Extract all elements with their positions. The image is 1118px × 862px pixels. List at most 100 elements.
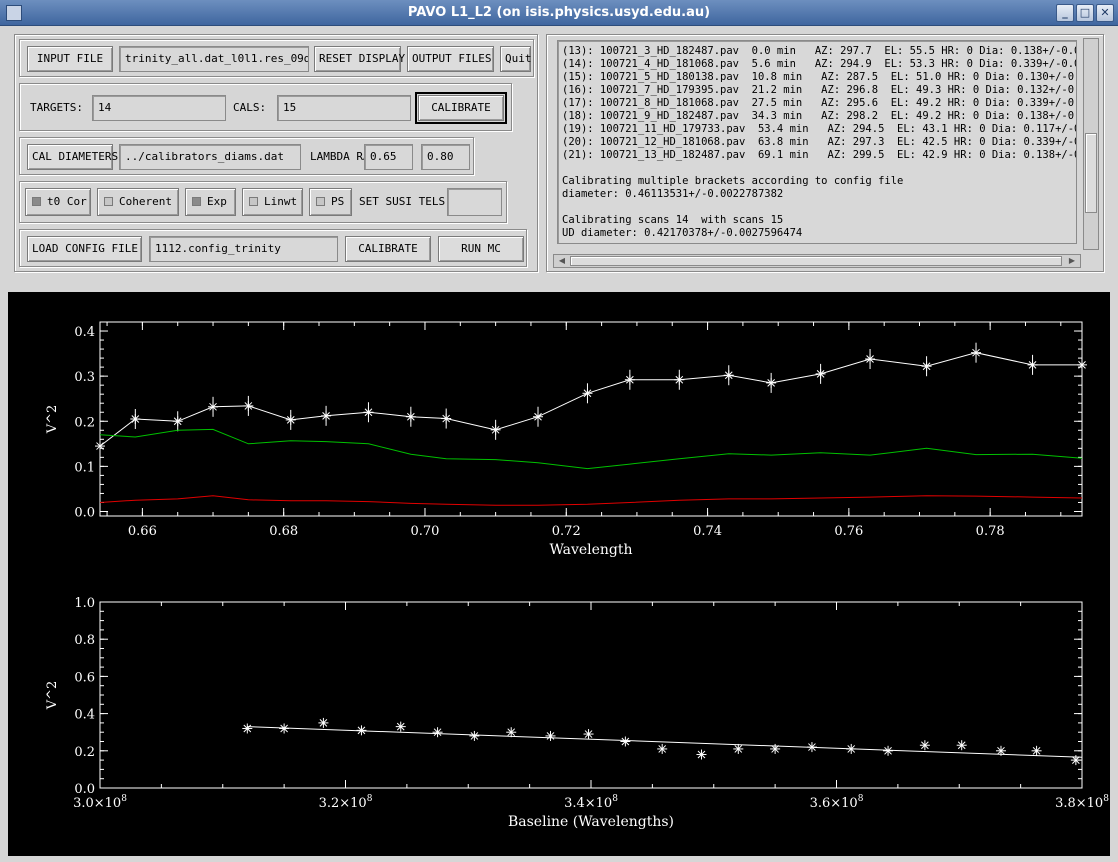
top-chart-data-point	[172, 416, 183, 427]
log-line: Calibrating multiple brackets according …	[562, 175, 904, 187]
run-mc-button[interactable]: RUN MC	[438, 236, 524, 262]
load-config-file-button[interactable]: LOAD CONFIG FILE	[27, 236, 142, 262]
bottom-chart-data-point	[356, 725, 367, 736]
set-susi-tels-label: SET SUSI TELS	[359, 195, 446, 208]
top-chart-data-point	[971, 347, 982, 358]
top-chart-y-tick-label: 0.4	[74, 325, 95, 340]
cal-row: CAL DIAMETERS ../calibrators_diams.dat L…	[19, 137, 474, 175]
top-chart-y-tick-label: 0.3	[74, 370, 95, 385]
top-chart-y-tick-label: 0.0	[74, 505, 95, 520]
bottom-chart-data-point	[469, 730, 480, 741]
top-chart-data-point	[533, 411, 544, 422]
log-line: (18): 100721_9_HD_182487.pav 34.3 min AZ…	[562, 110, 1077, 122]
checkbox-indicator	[249, 197, 258, 206]
top-chart-data-point	[130, 414, 141, 424]
top-chart-data-point	[815, 368, 826, 379]
lambda-max-field[interactable]: 0.80	[421, 144, 470, 170]
bottom-chart-x-tick-label: 3.4×108	[564, 794, 618, 811]
bottom-chart-data-point	[770, 743, 781, 754]
log-line: (20): 100721_12_HD_181068.pav 63.8 min A…	[562, 136, 1077, 148]
lambda-min-field[interactable]: 0.65	[364, 144, 413, 170]
window-title-bar: PAVO L1_L2 (on isis.physics.usyd.edu.au)…	[0, 0, 1118, 26]
bottom-chart-y-tick-label: 0.2	[74, 745, 95, 760]
scroll-thumb[interactable]	[1085, 133, 1097, 213]
log-vertical-scrollbar[interactable]	[1083, 38, 1099, 250]
bottom-chart-y-tick-label: 0.6	[74, 670, 95, 685]
top-chart-y-tick-label: 0.1	[74, 460, 95, 475]
cal-file-field[interactable]: ../calibrators_diams.dat	[119, 144, 301, 170]
bottom-chart-data-point	[733, 743, 744, 754]
log-text[interactable]: (13): 100721_3_HD_182487.pav 0.0 min AZ:…	[557, 40, 1077, 244]
top-chart-x-tick-label: 0.70	[411, 524, 440, 539]
bottom-chart-data-point	[583, 729, 594, 740]
targets-field[interactable]: 14	[92, 95, 226, 121]
top-chart-data-point	[95, 441, 105, 452]
coherent-label: Coherent	[119, 195, 172, 208]
bottom-chart-data-point	[657, 743, 668, 754]
bottom-chart-axes-frame	[99, 601, 1083, 789]
cal-diameters-button[interactable]: CAL DIAMETERS	[27, 144, 118, 170]
top-chart-x-tick-label: 0.76	[834, 524, 863, 539]
top-chart-series-line-0	[99, 352, 1082, 447]
top-chart-data-point	[441, 413, 452, 424]
bottom-chart-data-point	[806, 742, 817, 753]
top-chart-data-point	[490, 424, 501, 435]
exp-checkbox[interactable]: Exp	[185, 188, 236, 216]
bottom-chart-data-point	[919, 740, 930, 751]
top-chart-x-tick-label: 0.78	[976, 524, 1005, 539]
checkbox-indicator	[104, 197, 113, 206]
top-chart-x-tick-label: 0.72	[552, 524, 581, 539]
output-files-button[interactable]: OUTPUT FILES	[407, 46, 494, 72]
top-chart-x-tick-label: 0.66	[128, 524, 157, 539]
top-chart-data-point	[405, 411, 416, 422]
log-line: UD diameter: 0.42170378+/-0.0027596474	[562, 227, 803, 239]
coherent-checkbox[interactable]: Coherent	[97, 188, 179, 216]
bottom-chart-data-point	[545, 730, 556, 741]
log-line: diameter: 0.46113531+/-0.0022787382	[562, 188, 784, 200]
close-button[interactable]: ✕	[1096, 4, 1114, 22]
top-chart-data-point	[321, 410, 332, 421]
t0-cor-label: t0 Cor	[47, 195, 87, 208]
top-chart-y-tick-label: 0.2	[74, 415, 95, 430]
top-chart-x-tick-label: 0.74	[693, 524, 722, 539]
top-chart-data-point	[582, 388, 593, 399]
linwt-checkbox[interactable]: Linwt	[242, 188, 303, 216]
input-file-button[interactable]: INPUT FILE	[27, 46, 113, 72]
plot-canvas: 0.66 0.68 0.70 0.72 0.74 0.76 0.78 0.0 0.1 0.2 0.3…	[8, 292, 1110, 856]
bottom-chart-data-point	[995, 745, 1006, 756]
ps-checkbox[interactable]: PS	[309, 188, 352, 216]
calibrate-config-button[interactable]: CALIBRATE	[345, 236, 431, 262]
checkbox-indicator	[316, 197, 325, 206]
scroll-thumb[interactable]	[570, 256, 1062, 266]
maximize-button[interactable]: □	[1076, 4, 1094, 22]
susi-tels-field[interactable]	[447, 188, 502, 216]
config-file-field[interactable]: 1112.config_trinity	[149, 236, 338, 262]
targets-label: TARGETS:	[30, 101, 83, 114]
cals-field[interactable]: 15	[277, 95, 411, 121]
config-row: LOAD CONFIG FILE 1112.config_trinity CAL…	[19, 229, 527, 267]
bottom-chart-x-tick-label: 3.2×108	[319, 794, 373, 811]
bottom-chart-fit-line	[247, 726, 1083, 758]
quit-button[interactable]: Quit	[500, 46, 532, 72]
targets-row: TARGETS: 14 CALS: 15 CALIBRATE	[19, 83, 512, 131]
top-chart-data-point	[208, 401, 219, 412]
reset-display-button[interactable]: RESET DISPLAY	[314, 46, 405, 72]
log-horizontal-scrollbar[interactable]: ◀ ▶	[553, 254, 1081, 268]
minimize-button[interactable]: _	[1056, 4, 1074, 22]
bottom-chart-x-tick-label: 3.8×108	[1055, 794, 1109, 811]
top-chart-data-point	[723, 370, 734, 381]
input-file-field[interactable]: trinity_all.dat_l0l1.res_09da	[119, 46, 309, 72]
bottom-chart-data-point	[620, 736, 631, 747]
linwt-label: Linwt	[264, 195, 298, 208]
t0-cor-checkbox[interactable]: t0 Cor	[25, 188, 91, 216]
cals-label: CALS:	[233, 101, 267, 114]
bottom-chart-y-tick-label: 0.4	[74, 708, 95, 723]
scroll-right-icon[interactable]: ▶	[1065, 255, 1079, 267]
top-chart-data-point	[624, 374, 635, 385]
log-line: (14): 100721_4_HD_181068.pav 5.6 min AZ:…	[562, 58, 1077, 70]
top-chart-x-tick-label: 0.68	[269, 524, 298, 539]
calibrate-targets-button[interactable]: CALIBRATE	[415, 92, 507, 124]
scroll-left-icon[interactable]: ◀	[555, 255, 569, 267]
log-line: (15): 100721_5_HD_180138.pav 10.8 min AZ…	[562, 71, 1077, 83]
bottom-chart-data-point	[242, 723, 253, 734]
